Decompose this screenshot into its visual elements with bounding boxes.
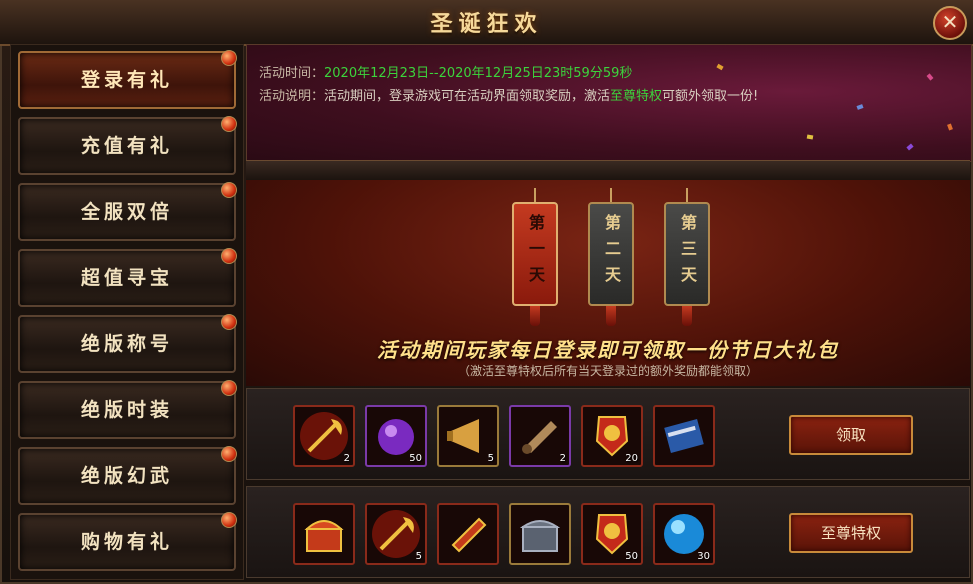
blue-scroll-icon[interactable] bbox=[653, 405, 715, 467]
sidebar-item-recharge-gift[interactable]: 充值有礼 bbox=[18, 116, 237, 175]
notification-dot-icon bbox=[221, 116, 237, 132]
event-subline: （激活至尊特权后所有当天登录过的额外奖励都能领取） bbox=[457, 364, 758, 378]
red-scroll-icon[interactable] bbox=[437, 503, 499, 565]
golden-axe-icon[interactable]: 5 bbox=[365, 503, 427, 565]
event-time-value: 2020年12月23日--2020年12月25日23时59分59秒 bbox=[324, 66, 633, 81]
tassel-icon bbox=[530, 306, 540, 326]
event-description-text: 活动期间，登录游戏可在活动界面领取奖励，激活 bbox=[324, 89, 611, 104]
sidebar-item-exclusive-costume[interactable]: 绝版时装 bbox=[18, 380, 237, 439]
notification-dot-icon bbox=[221, 380, 237, 396]
medal-icon[interactable]: 50 bbox=[581, 503, 643, 565]
sidebar-item-exclusive-weapon[interactable]: 绝版幻武 bbox=[18, 446, 237, 505]
notification-dot-icon bbox=[221, 248, 237, 264]
sidebar-item-treasure-hunt[interactable]: 超值寻宝 bbox=[18, 248, 237, 307]
notification-dot-icon bbox=[221, 512, 237, 528]
confetti-decoration bbox=[906, 143, 914, 151]
item-quantity: 2 bbox=[343, 453, 350, 464]
treasure-chest-icon[interactable] bbox=[293, 503, 355, 565]
normal-reward-row: 2 50 5 2 20 领取 bbox=[246, 388, 970, 480]
scroll-icon[interactable]: 2 bbox=[509, 405, 571, 467]
event-description-line: 活动说明：活动期间，登录游戏可在活动界面领取奖励，激活至尊特权可额外领取一份! bbox=[259, 85, 758, 104]
sidebar-item-shopping-gift[interactable]: 购物有礼 bbox=[18, 512, 237, 571]
day-tab-label: 第三天 bbox=[664, 202, 710, 306]
sidebar-item-label: 登录有礼 bbox=[80, 69, 173, 91]
event-info-panel: 活动时间：2020年12月23日--2020年12月25日23时59分59秒 活… bbox=[246, 44, 972, 162]
item-quantity: 5 bbox=[487, 453, 494, 464]
confetti-decoration bbox=[806, 134, 814, 140]
item-quantity: 5 bbox=[415, 551, 422, 562]
item-quantity: 50 bbox=[409, 453, 422, 464]
event-description-text-end: 可额外领取一份! bbox=[662, 89, 759, 104]
sidebar-item-label: 充值有礼 bbox=[80, 135, 173, 157]
event-headline: 活动期间玩家每日登录即可领取一份节日大礼包 bbox=[377, 338, 839, 362]
premium-reward-row: 5 50 30 至尊特权 bbox=[246, 486, 970, 578]
premium-privilege-button[interactable]: 至尊特权 bbox=[789, 513, 913, 553]
sidebar-item-login-gift[interactable]: 登录有礼 bbox=[18, 50, 237, 109]
sidebar: 登录有礼 充值有礼 全服双倍 超值寻宝 绝版称号 绝版时装 绝版幻武 购物有礼 bbox=[10, 44, 244, 580]
notification-dot-icon bbox=[221, 50, 237, 66]
notification-dot-icon bbox=[221, 314, 237, 330]
claim-button[interactable]: 领取 bbox=[789, 415, 913, 455]
item-quantity: 30 bbox=[697, 551, 710, 562]
purple-orb-icon[interactable]: 50 bbox=[365, 405, 427, 467]
notification-dot-icon bbox=[221, 446, 237, 462]
event-time-line: 活动时间：2020年12月23日--2020年12月25日23时59分59秒 bbox=[259, 62, 632, 81]
golden-axe-icon[interactable]: 2 bbox=[293, 405, 355, 467]
day-tab-label: 第一天 bbox=[512, 202, 558, 306]
sidebar-item-exclusive-title[interactable]: 绝版称号 bbox=[18, 314, 237, 373]
sidebar-item-label: 绝版幻武 bbox=[80, 465, 173, 487]
day-selector-stage: 第一天 第二天 第三天 活动期间玩家每日登录即可领取一份节日大礼包 （激活至尊特… bbox=[246, 180, 970, 386]
sidebar-item-label: 绝版时装 bbox=[80, 399, 173, 421]
event-description-label: 活动说明： bbox=[259, 89, 325, 104]
window-title: 圣诞狂欢 bbox=[430, 11, 543, 37]
close-icon[interactable]: ✕ bbox=[933, 6, 967, 40]
sidebar-item-label: 购物有礼 bbox=[80, 531, 173, 553]
item-quantity: 50 bbox=[625, 551, 638, 562]
item-quantity: 2 bbox=[559, 453, 566, 464]
sidebar-item-label: 绝版称号 bbox=[80, 333, 173, 355]
tassel-icon bbox=[682, 306, 692, 326]
sidebar-item-label: 全服双倍 bbox=[80, 201, 173, 223]
confetti-decoration bbox=[856, 104, 864, 110]
notification-dot-icon bbox=[221, 182, 237, 198]
blue-orb-icon[interactable]: 30 bbox=[653, 503, 715, 565]
title-bar: 圣诞狂欢 ✕ bbox=[0, 0, 973, 46]
tassel-icon bbox=[606, 306, 616, 326]
premium-privilege-highlight: 至尊特权 bbox=[610, 89, 663, 104]
section-divider bbox=[246, 160, 970, 182]
item-quantity: 20 bbox=[625, 453, 638, 464]
iron-chest-icon[interactable] bbox=[509, 503, 571, 565]
confetti-decoration bbox=[947, 123, 953, 131]
event-time-label: 活动时间： bbox=[259, 66, 325, 81]
confetti-decoration bbox=[926, 73, 934, 81]
sidebar-item-server-double[interactable]: 全服双倍 bbox=[18, 182, 237, 241]
horn-icon[interactable]: 5 bbox=[437, 405, 499, 467]
day-tab-label: 第二天 bbox=[588, 202, 634, 306]
medal-icon[interactable]: 20 bbox=[581, 405, 643, 467]
confetti-decoration bbox=[716, 63, 724, 71]
sidebar-item-label: 超值寻宝 bbox=[80, 267, 173, 289]
